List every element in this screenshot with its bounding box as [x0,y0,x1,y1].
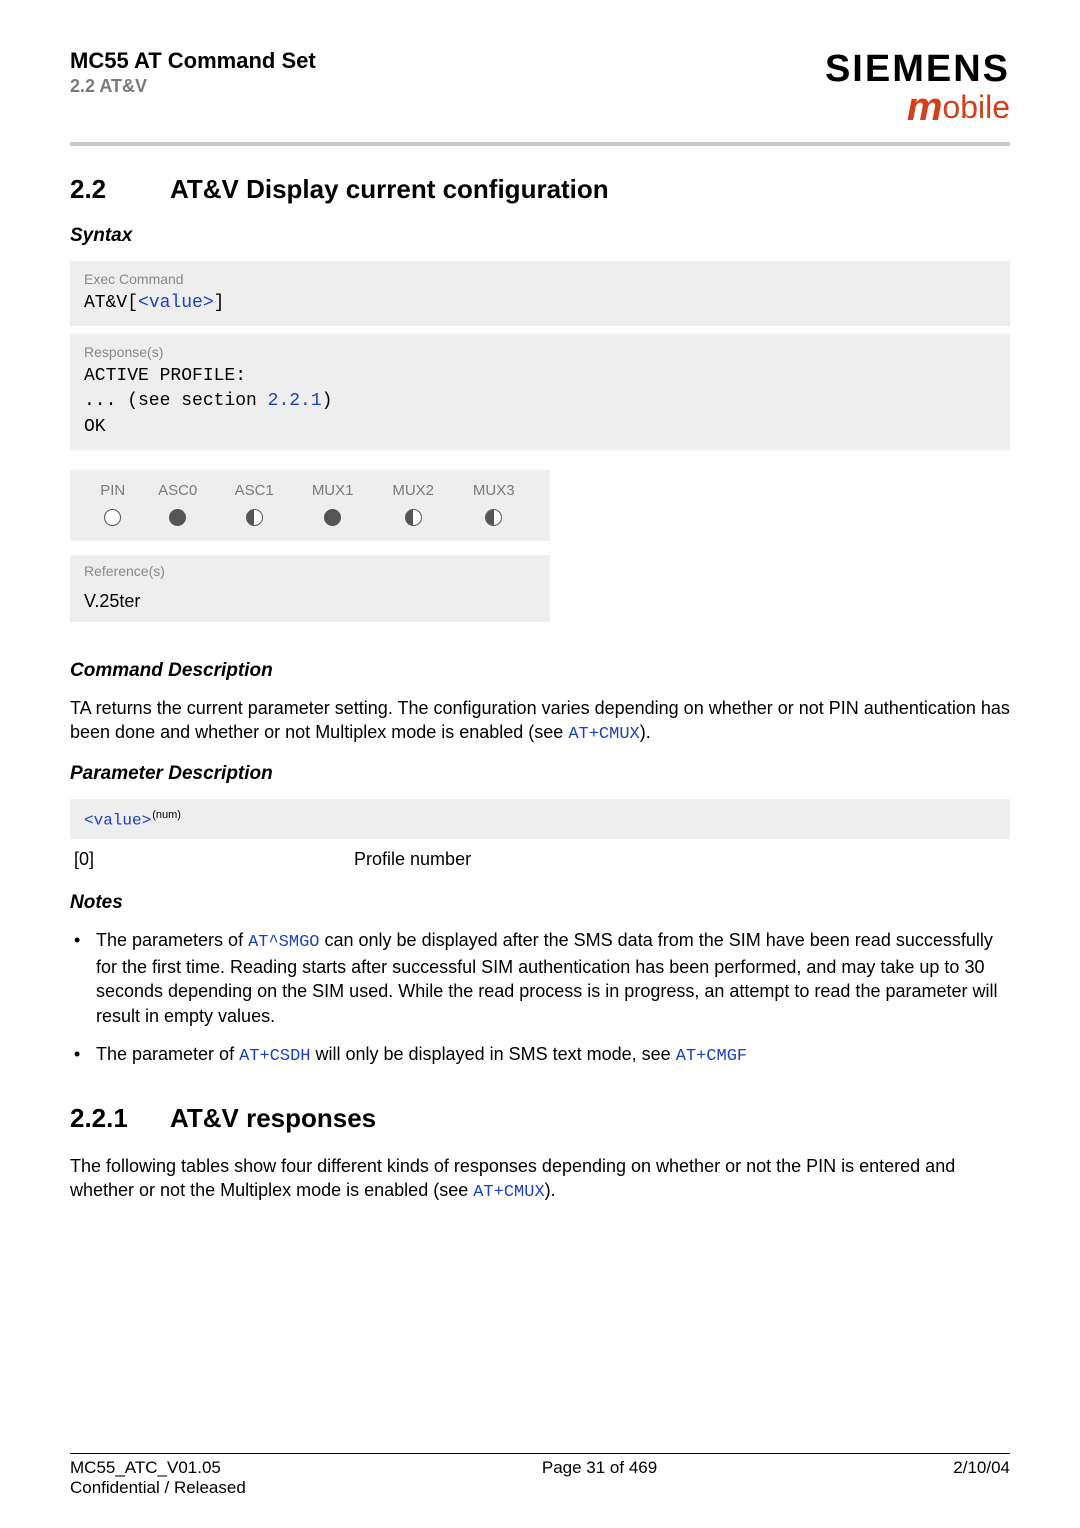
pin-col-3: MUX1 [292,480,373,509]
param-key: [0] [74,849,94,870]
circle-half-icon [485,509,502,526]
response-box: Response(s) ACTIVE PROFILE: ... (see sec… [70,334,1010,450]
subsection-heading-text: AT&V responses [170,1103,376,1133]
note2-link2[interactable]: AT+CMGF [676,1047,747,1066]
resp-line2-post: ) [322,391,333,411]
sub-body-post: ). [545,1180,556,1200]
header-rule [70,142,1010,146]
logo-mobile-rest: obile [942,89,1010,125]
cmddesc-link[interactable]: AT+CMUX [568,725,639,744]
footer-row: MC55_ATC_V01.05 Confidential / Released … [70,1458,1010,1498]
resp-line2-pre: ... (see section [84,391,268,411]
section-heading-text: AT&V Display current configuration [170,174,609,204]
notes-list: The parameters of AT^SMGO can only be di… [70,928,1010,1068]
footer-left: MC55_ATC_V01.05 Confidential / Released [70,1458,246,1498]
pin-cell-1 [140,509,216,527]
doc-subtitle: 2.2 AT&V [70,76,316,97]
paramdesc-heading: Parameter Description [70,763,1010,785]
exec-prefix: AT&V [84,293,127,313]
subsection-title: 2.2.1AT&V responses [70,1103,1010,1134]
pin-col-2: ASC1 [216,480,292,509]
pin-cell-5 [453,509,534,527]
subsection-number: 2.2.1 [70,1103,170,1134]
pin-col-4: MUX2 [373,480,454,509]
pin-cell-4 [373,509,454,527]
pin-cell-2 [216,509,292,527]
exec-command: AT&V[<value>] [84,291,996,316]
resp-line3: OK [84,415,996,440]
param-bar: <value>(num) [70,799,1010,839]
exec-label: Exec Command [84,271,996,287]
cmddesc-heading: Command Description [70,660,1010,682]
footer-rule [70,1453,1010,1454]
resp-line2-link[interactable]: 2.2.1 [268,391,322,411]
exec-open: [ [127,293,138,313]
siemens-logo: SIEMENS mobile [825,48,1010,130]
pin-cell-0 [86,509,140,527]
note-2: The parameter of AT+CSDH will only be di… [70,1042,1010,1069]
circle-full-icon [169,509,186,526]
exec-command-box: Exec Command AT&V[<value>] [70,261,1010,326]
note1-link[interactable]: AT^SMGO [248,933,319,952]
notes-heading: Notes [70,892,1010,914]
circle-full-icon [324,509,341,526]
reference-box: Reference(s) V.25ter [70,555,550,622]
page-header: MC55 AT Command Set 2.2 AT&V SIEMENS mob… [70,48,1010,130]
response-body: ACTIVE PROFILE: ... (see section 2.2.1) … [84,364,996,440]
sub-body-link[interactable]: AT+CMUX [473,1183,544,1202]
resp-line1: ACTIVE PROFILE: [84,364,996,389]
logo-mobile-m: m [907,85,943,129]
pin-table-head-row: PIN ASC0 ASC1 MUX1 MUX2 MUX3 [86,480,534,509]
reference-label: Reference(s) [70,555,550,587]
cmddesc-post: ). [640,722,651,742]
pin-table: PIN ASC0 ASC1 MUX1 MUX2 MUX3 [86,480,534,527]
pin-table-state-row [86,509,534,527]
note2-mid: will only be displayed in SMS text mode,… [311,1044,676,1064]
param-tag[interactable]: <value> [84,811,151,829]
exec-param-link[interactable]: <value> [138,293,214,313]
section-title: 2.2AT&V Display current configuration [70,174,1010,205]
note2-link1[interactable]: AT+CSDH [239,1047,310,1066]
syntax-heading: Syntax [70,225,1010,247]
pin-col-0: PIN [86,480,140,509]
footer-center: Page 31 of 469 [542,1458,657,1498]
exec-close: ] [214,293,225,313]
page-footer: MC55_ATC_V01.05 Confidential / Released … [70,1453,1010,1498]
circle-half-icon [405,509,422,526]
pin-cell-3 [292,509,373,527]
page: MC55 AT Command Set 2.2 AT&V SIEMENS mob… [0,0,1080,1528]
footer-left1: MC55_ATC_V01.05 [70,1458,246,1478]
section-number: 2.2 [70,174,170,205]
param-val: Profile number [354,849,471,870]
pin-col-5: MUX3 [453,480,534,509]
logo-mobile-text: mobile [825,85,1010,130]
footer-left2: Confidential / Released [70,1478,246,1498]
param-row: [0] Profile number [70,849,1010,870]
note1-pre: The parameters of [96,930,248,950]
circle-half-icon [246,509,263,526]
pin-col-1: ASC0 [140,480,216,509]
reference-value: V.25ter [70,587,550,622]
note2-pre: The parameter of [96,1044,239,1064]
header-left: MC55 AT Command Set 2.2 AT&V [70,48,316,97]
param-sup: (num) [152,809,181,821]
pin-table-box: PIN ASC0 ASC1 MUX1 MUX2 MUX3 [70,470,550,541]
subsection-body: The following tables show four different… [70,1154,1010,1205]
cmddesc-pre: TA returns the current parameter setting… [70,698,1010,742]
note-1: The parameters of AT^SMGO can only be di… [70,928,1010,1028]
resp-line2: ... (see section 2.2.1) [84,389,996,414]
response-label: Response(s) [84,344,996,360]
cmddesc-text: TA returns the current parameter setting… [70,696,1010,747]
doc-title: MC55 AT Command Set [70,48,316,74]
circle-empty-icon [104,509,121,526]
footer-right: 2/10/04 [953,1458,1010,1498]
